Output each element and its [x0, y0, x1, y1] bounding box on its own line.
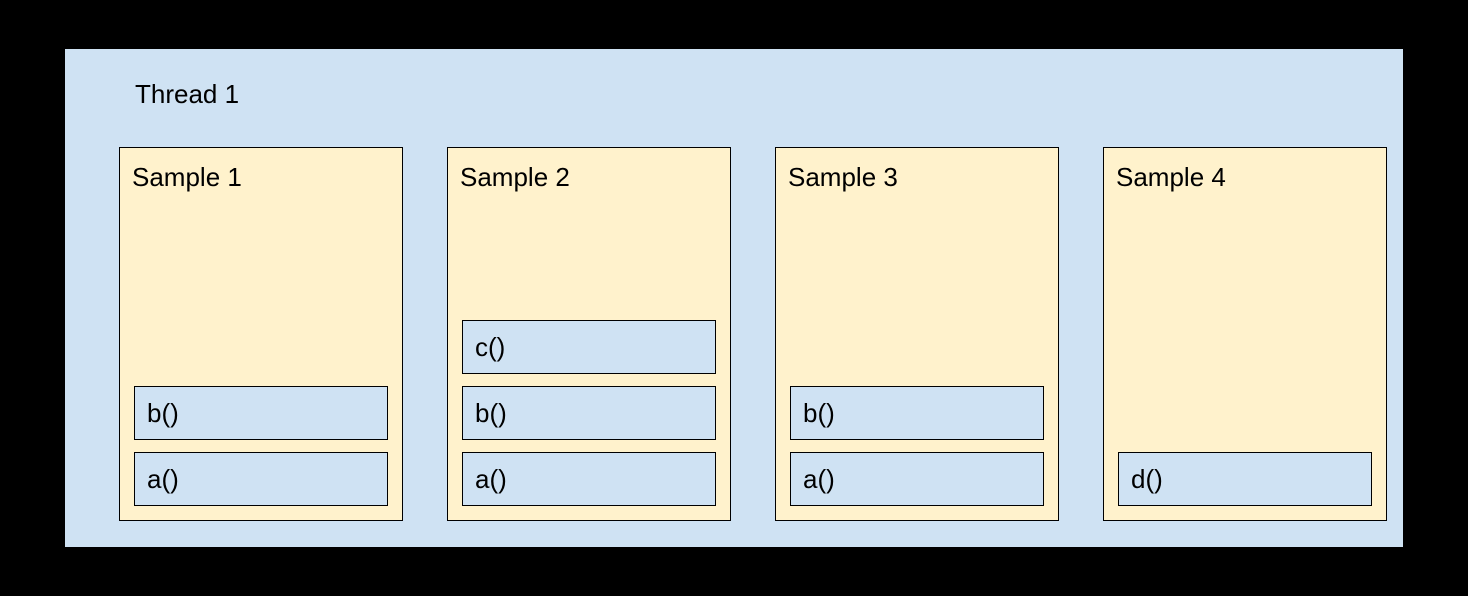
stack-frame: b() [134, 386, 388, 440]
thread-box: Thread 1 Sample 1 a() b() Sample 2 a() b… [64, 48, 1404, 548]
stack-frame: a() [134, 452, 388, 506]
stack-frame: b() [462, 386, 716, 440]
stack-frame: d() [1118, 452, 1372, 506]
stack-frame: c() [462, 320, 716, 374]
sample-box: Sample 4 d() [1103, 147, 1387, 521]
sample-box: Sample 2 a() b() c() [447, 147, 731, 521]
stack-frame: a() [790, 452, 1044, 506]
sample-title: Sample 1 [132, 162, 242, 193]
sample-box: Sample 3 a() b() [775, 147, 1059, 521]
stack-frame: a() [462, 452, 716, 506]
sample-title: Sample 3 [788, 162, 898, 193]
sample-title: Sample 4 [1116, 162, 1226, 193]
stack-frame: b() [790, 386, 1044, 440]
thread-title: Thread 1 [135, 79, 239, 110]
sample-title: Sample 2 [460, 162, 570, 193]
sample-box: Sample 1 a() b() [119, 147, 403, 521]
